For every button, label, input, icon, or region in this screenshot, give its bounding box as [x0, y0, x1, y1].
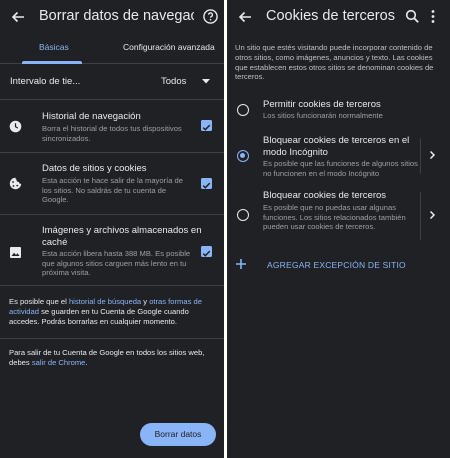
cache-checkbox[interactable]: [201, 246, 212, 257]
cache-option[interactable]: Imágenes y archivos almacenados en caché…: [0, 214, 224, 285]
more-vert-icon[interactable]: [428, 8, 438, 25]
image-icon: [10, 247, 21, 258]
tab-advanced[interactable]: Configuración avanzada: [123, 42, 215, 52]
plus-icon[interactable]: [235, 258, 247, 270]
cookie-icon: [9, 177, 22, 190]
tab-bar: Básicas Configuración avanzada: [0, 34, 224, 64]
divider: [0, 285, 224, 286]
app-bar: Cookies de terceros: [227, 0, 450, 34]
time-range-value[interactable]: Todos: [161, 76, 186, 87]
allow-title: Permitir cookies de terceros: [263, 99, 381, 110]
sign-out-chrome-link[interactable]: salir de Chrome: [32, 358, 86, 367]
divider: [0, 338, 224, 339]
check-icon: [202, 182, 211, 189]
cache-title: Imágenes y archivos almacenados en caché: [42, 225, 202, 248]
cookies-intro: Un sitio que estés visitando puede incor…: [235, 43, 434, 82]
chevron-right-icon[interactable]: [427, 150, 437, 160]
block-incognito-title: Bloquear cookies de terceros en el modo …: [263, 135, 410, 158]
note-text: Es posible que el: [9, 297, 69, 306]
app-bar: Borrar datos de navegación: [0, 0, 224, 34]
back-arrow-icon[interactable]: [237, 9, 253, 25]
tab-basic[interactable]: Básicas: [39, 42, 69, 52]
page-title: Borrar datos de navegación: [39, 8, 194, 24]
divider: [420, 192, 421, 240]
third-party-cookies-screen: Cookies de terceros Un sitio que estés v…: [227, 0, 450, 458]
divider: [420, 138, 421, 174]
cookies-desc: Esta acción te hace salir de la mayoría …: [42, 176, 183, 205]
back-arrow-icon[interactable]: [10, 9, 26, 25]
caret-down-icon[interactable]: [201, 77, 211, 85]
block-incognito-radio[interactable]: [237, 150, 249, 162]
clock-icon: [9, 120, 22, 133]
history-title: Historial de navegación: [42, 111, 141, 122]
search-history-link[interactable]: historial de búsqueda: [69, 297, 141, 306]
cookies-checkbox[interactable]: [201, 178, 212, 189]
page-title: Cookies de terceros: [266, 8, 395, 24]
chevron-right-icon[interactable]: [427, 210, 437, 220]
check-icon: [202, 124, 211, 131]
history-option[interactable]: Historial de navegación Borra el histori…: [0, 99, 224, 152]
history-desc: Borra el historial de todos tus disposit…: [42, 124, 182, 143]
time-range-label: Intervalo de tie...: [10, 76, 81, 87]
allow-cookies-option[interactable]: Permitir cookies de terceros Los sitios …: [227, 94, 450, 128]
check-icon: [202, 250, 211, 257]
help-icon[interactable]: [202, 8, 219, 25]
search-icon[interactable]: [404, 8, 421, 25]
history-checkbox[interactable]: [201, 120, 212, 131]
sign-out-note: Para salir de tu Cuenta de Google en tod…: [9, 348, 217, 368]
block-title: Bloquear cookies de terceros: [263, 190, 387, 201]
time-range-selector[interactable]: Intervalo de tie... Todos: [0, 64, 224, 99]
add-site-exception-button[interactable]: AGREGAR EXCEPCIÓN DE SITIO: [267, 260, 406, 270]
block-incognito-option[interactable]: Bloquear cookies de terceros en el modo …: [227, 130, 450, 182]
clear-browsing-data-screen: Borrar datos de navegación Básicas Confi…: [0, 0, 224, 458]
account-activity-note: Es posible que el historial de búsqueda …: [9, 297, 217, 328]
note-text: .: [85, 358, 88, 368]
note-text: y: [141, 297, 150, 306]
block-cookies-option[interactable]: Bloquear cookies de terceros Es posible …: [227, 186, 450, 246]
cookies-option[interactable]: Datos de sitios y cookies Esta acción te…: [0, 152, 224, 214]
block-radio[interactable]: [237, 209, 249, 221]
block-incognito-desc: Es posible que las funciones de algunos …: [263, 159, 418, 178]
allow-desc: Los sitios funcionarán normalmente: [263, 111, 383, 120]
cookies-title: Datos de sitios y cookies: [42, 163, 147, 174]
cache-desc: Esta acción libera hasta 388 MB. Es posi…: [42, 249, 191, 278]
block-desc: Es posible que no puedas usar algunas fu…: [263, 203, 406, 232]
allow-radio[interactable]: [237, 104, 249, 116]
clear-data-button[interactable]: Borrar datos: [140, 423, 216, 446]
